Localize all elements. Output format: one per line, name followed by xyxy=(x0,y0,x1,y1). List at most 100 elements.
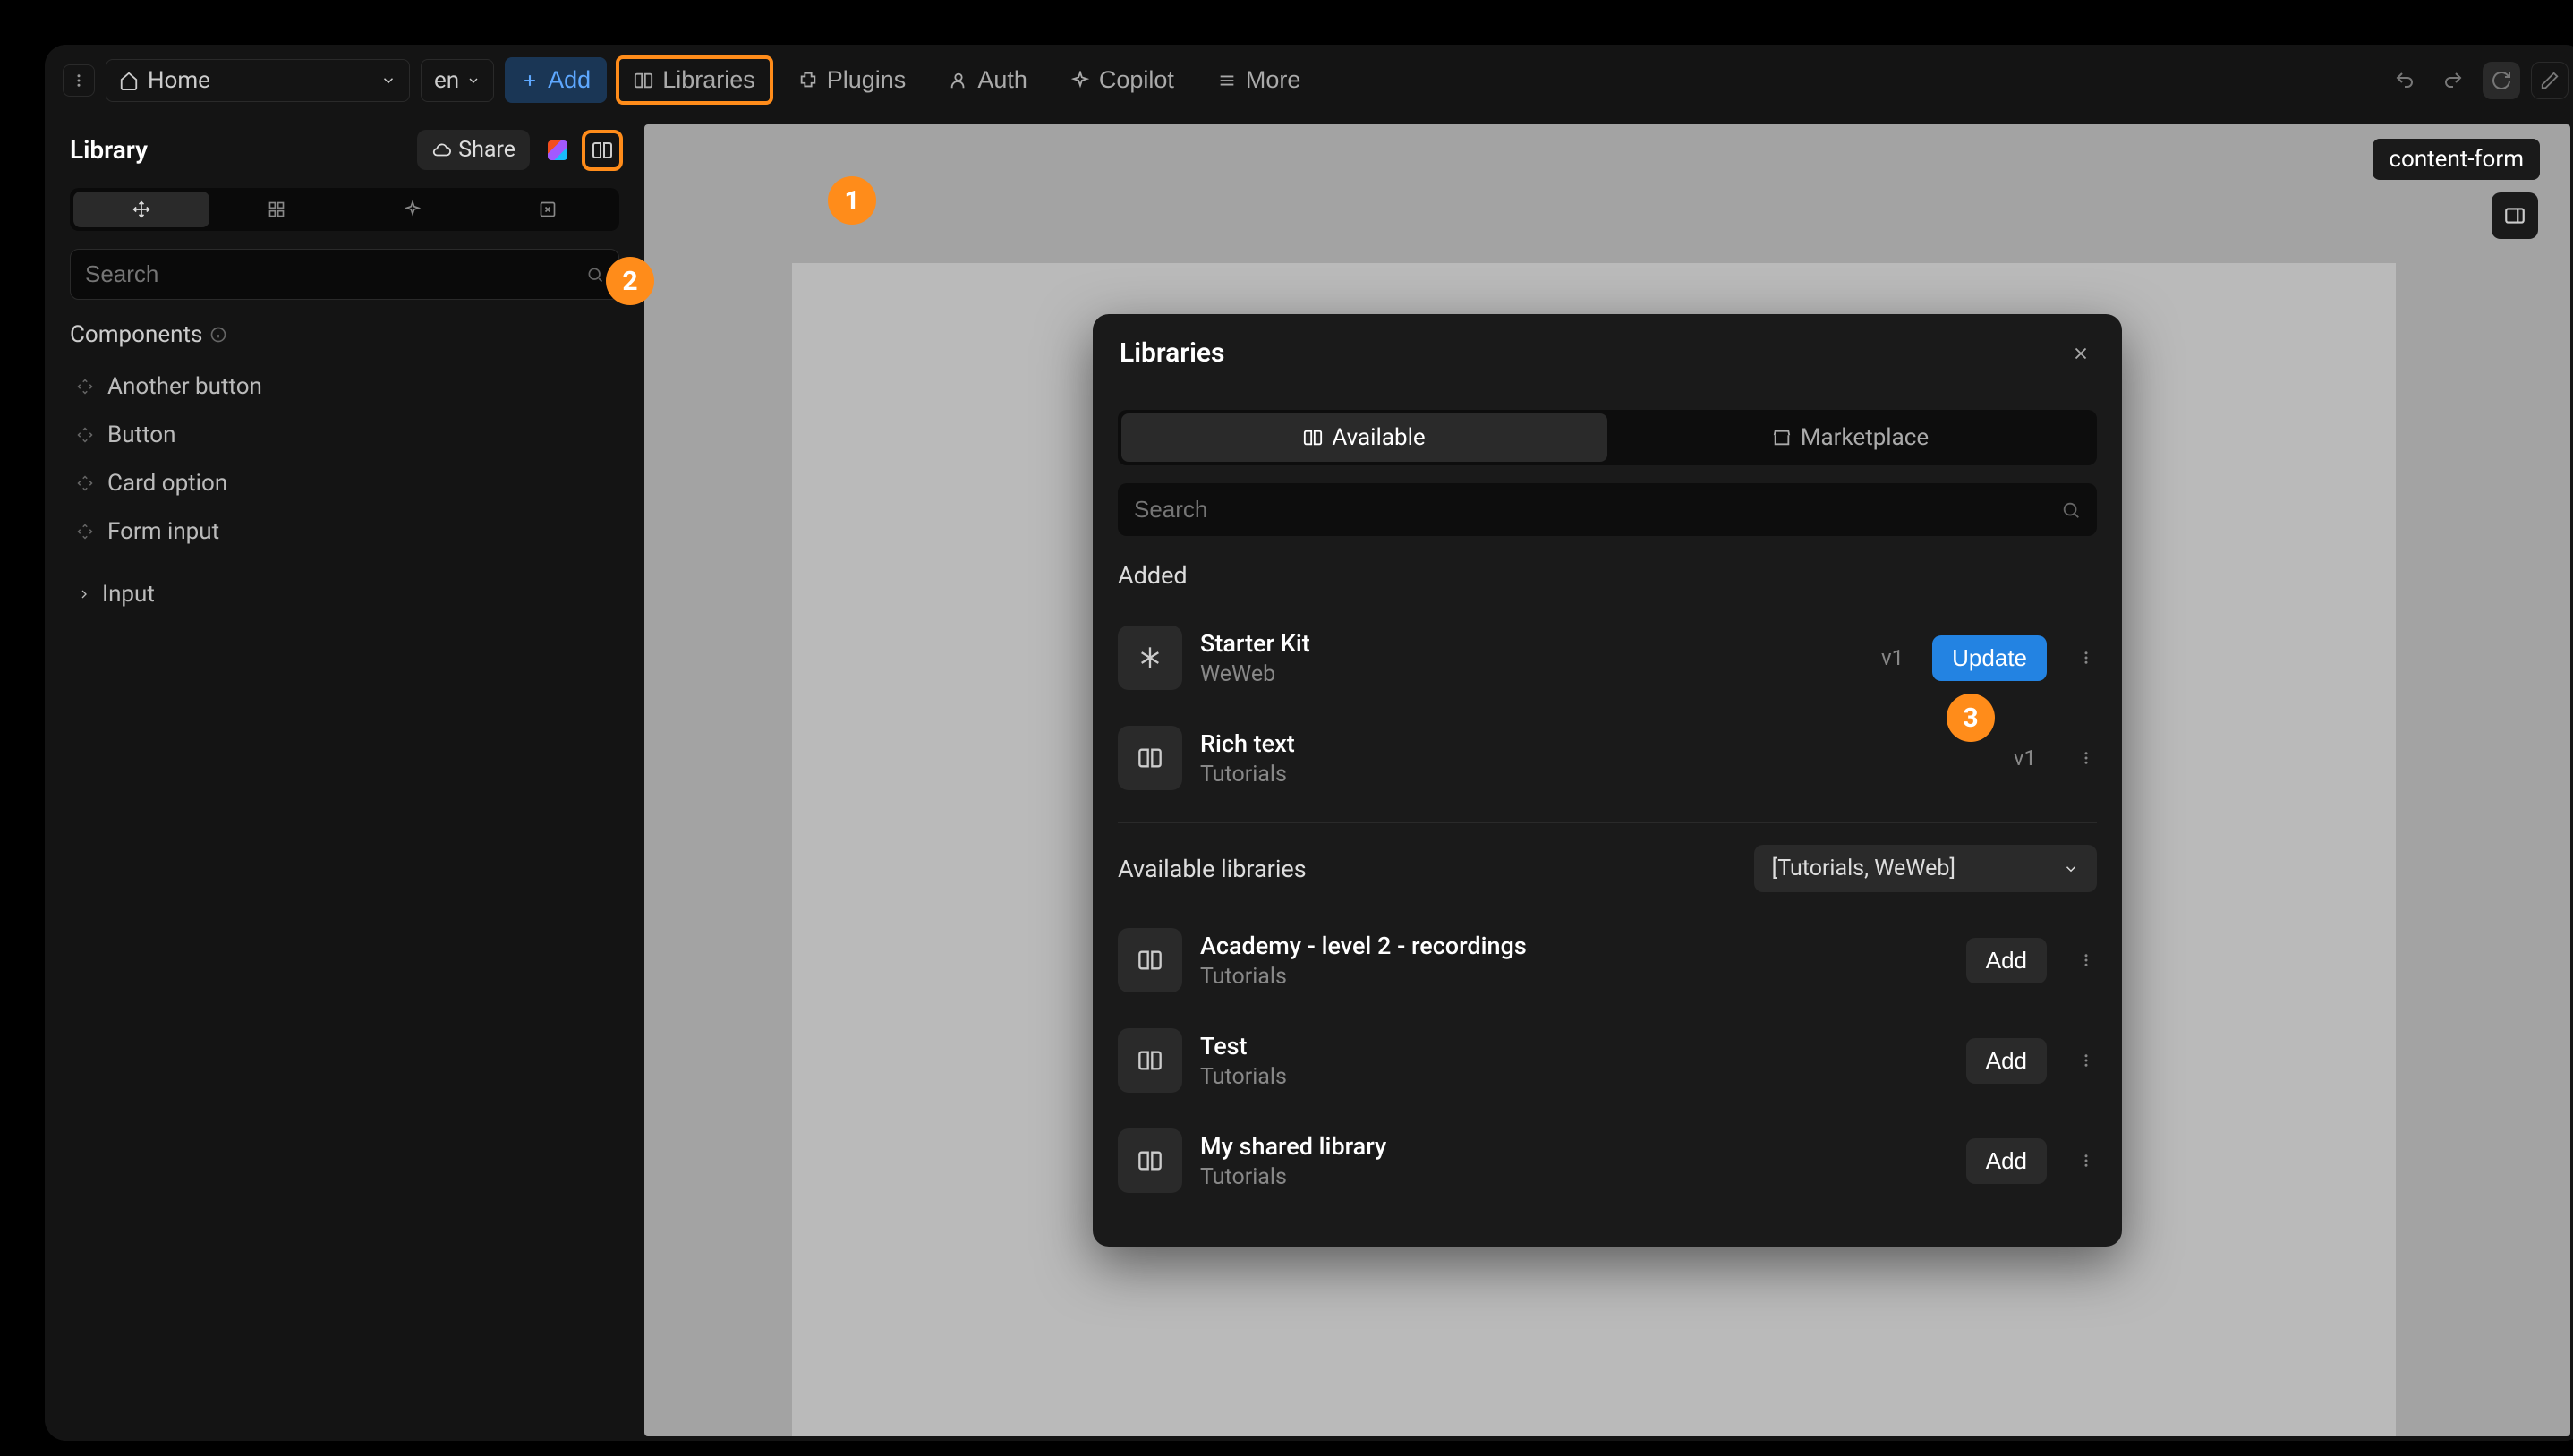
language-label: en xyxy=(434,67,459,94)
dots-vertical-icon xyxy=(2078,750,2094,766)
library-toggle-button[interactable] xyxy=(585,133,619,167)
library-source: Tutorials xyxy=(1200,1164,1948,1190)
book-icon xyxy=(634,71,653,90)
library-icon xyxy=(1118,928,1182,992)
book-icon xyxy=(1137,745,1163,771)
sidebar-title: Library xyxy=(70,135,406,165)
modal-close-button[interactable] xyxy=(2066,339,2095,368)
callout-3: 3 xyxy=(1947,694,1995,742)
menu-button[interactable] xyxy=(63,64,95,97)
library-icon xyxy=(1118,626,1182,690)
refresh-button[interactable] xyxy=(2483,62,2520,99)
sidebar-search[interactable] xyxy=(70,249,619,300)
store-icon xyxy=(1772,428,1792,447)
dots-vertical-icon xyxy=(2078,952,2094,968)
library-row: Starter Kit WeWeb v1 Update xyxy=(1118,608,2097,708)
more-button[interactable]: More xyxy=(1201,57,1317,103)
libraries-modal: Libraries Available Marketplace xyxy=(1093,314,2122,1247)
section-available-title: Available libraries xyxy=(1118,855,1307,883)
add-button[interactable]: Add xyxy=(505,57,607,103)
tab-move[interactable] xyxy=(73,192,209,227)
search-icon xyxy=(586,266,604,284)
library-source: WeWeb xyxy=(1200,661,1863,687)
page-selector[interactable]: Home xyxy=(106,59,410,102)
add-library-button[interactable]: Add xyxy=(1966,938,2047,983)
component-item[interactable]: Button xyxy=(70,411,619,459)
library-icon xyxy=(1118,1128,1182,1193)
page-name: Home xyxy=(148,67,210,94)
cloud-icon xyxy=(431,140,451,160)
undo-button[interactable] xyxy=(2386,62,2424,99)
tree-item-input[interactable]: Input xyxy=(70,570,619,618)
tab-grid[interactable] xyxy=(209,192,345,227)
info-icon xyxy=(209,326,227,344)
tab-close[interactable] xyxy=(481,192,617,227)
modal-search-input[interactable] xyxy=(1134,496,2061,524)
drag-icon xyxy=(77,427,93,443)
callout-2: 2 xyxy=(606,257,654,305)
pencil-icon xyxy=(2540,71,2560,90)
add-library-button[interactable]: Add xyxy=(1966,1038,2047,1084)
library-menu-button[interactable] xyxy=(2075,650,2097,666)
workspace-filter[interactable]: [Tutorials, WeWeb] xyxy=(1754,845,2097,892)
sidebar-search-input[interactable] xyxy=(85,260,586,288)
tab-marketplace[interactable]: Marketplace xyxy=(1607,413,2093,462)
component-item[interactable]: Card option xyxy=(70,459,619,507)
plus-icon xyxy=(521,72,539,89)
share-button[interactable]: Share xyxy=(417,130,530,170)
library-name: My shared library xyxy=(1200,1132,1948,1161)
library-source: Tutorials xyxy=(1200,964,1948,990)
library-source: Tutorials xyxy=(1200,1064,1948,1090)
move-icon xyxy=(132,200,150,218)
libraries-button[interactable]: Libraries xyxy=(618,57,771,103)
view-mode-button[interactable] xyxy=(2492,192,2538,239)
library-menu-button[interactable] xyxy=(2075,750,2097,766)
callout-1: 1 xyxy=(828,176,876,225)
figma-icon xyxy=(548,140,567,160)
user-icon xyxy=(949,71,968,90)
canvas: content-form Fntl Form About You Kn es L… xyxy=(644,124,2570,1436)
grid-icon xyxy=(268,200,285,218)
sidebar-tabs xyxy=(70,188,619,231)
library-menu-button[interactable] xyxy=(2075,952,2097,968)
asterisk-icon xyxy=(1137,645,1163,670)
drag-icon xyxy=(77,475,93,491)
divider xyxy=(1118,822,2097,823)
modal-search[interactable] xyxy=(1118,483,2097,536)
tab-available[interactable]: Available xyxy=(1121,413,1607,462)
puzzle-icon xyxy=(798,71,818,90)
dots-vertical-icon xyxy=(2078,1052,2094,1069)
left-sidebar: Library Share xyxy=(45,115,644,1441)
modal-title: Libraries xyxy=(1120,337,1224,369)
dots-vertical-icon xyxy=(2078,650,2094,666)
edit-button[interactable] xyxy=(2531,62,2569,99)
library-version: v1 xyxy=(2014,745,2036,771)
library-source: Tutorials xyxy=(1200,762,1996,788)
drag-icon xyxy=(77,379,93,395)
language-selector[interactable]: en xyxy=(421,59,494,102)
plugins-button[interactable]: Plugins xyxy=(782,57,923,103)
home-icon xyxy=(119,71,139,90)
component-item[interactable]: Form input xyxy=(70,507,619,556)
drag-icon xyxy=(77,524,93,540)
figma-button[interactable] xyxy=(541,133,575,167)
auth-button[interactable]: Auth xyxy=(933,57,1044,103)
redo-button[interactable] xyxy=(2434,62,2472,99)
modal-tabs: Available Marketplace xyxy=(1118,410,2097,465)
update-button[interactable]: Update xyxy=(1932,635,2047,681)
add-library-button[interactable]: Add xyxy=(1966,1138,2047,1184)
book-icon xyxy=(1137,1048,1163,1073)
library-name: Academy - level 2 - recordings xyxy=(1200,932,1948,960)
chevron-down-icon xyxy=(380,72,396,89)
x-square-icon xyxy=(539,200,557,218)
library-icon xyxy=(1118,726,1182,790)
component-item[interactable]: Another button xyxy=(70,362,619,411)
copilot-button[interactable]: Copilot xyxy=(1054,57,1190,103)
library-menu-button[interactable] xyxy=(2075,1153,2097,1169)
close-icon xyxy=(2071,344,2091,363)
library-menu-button[interactable] xyxy=(2075,1052,2097,1069)
refresh-icon xyxy=(2491,70,2512,91)
dots-vertical-icon xyxy=(71,72,87,89)
tab-sparkle[interactable] xyxy=(345,192,481,227)
canvas-element-badge: content-form xyxy=(2373,139,2540,180)
